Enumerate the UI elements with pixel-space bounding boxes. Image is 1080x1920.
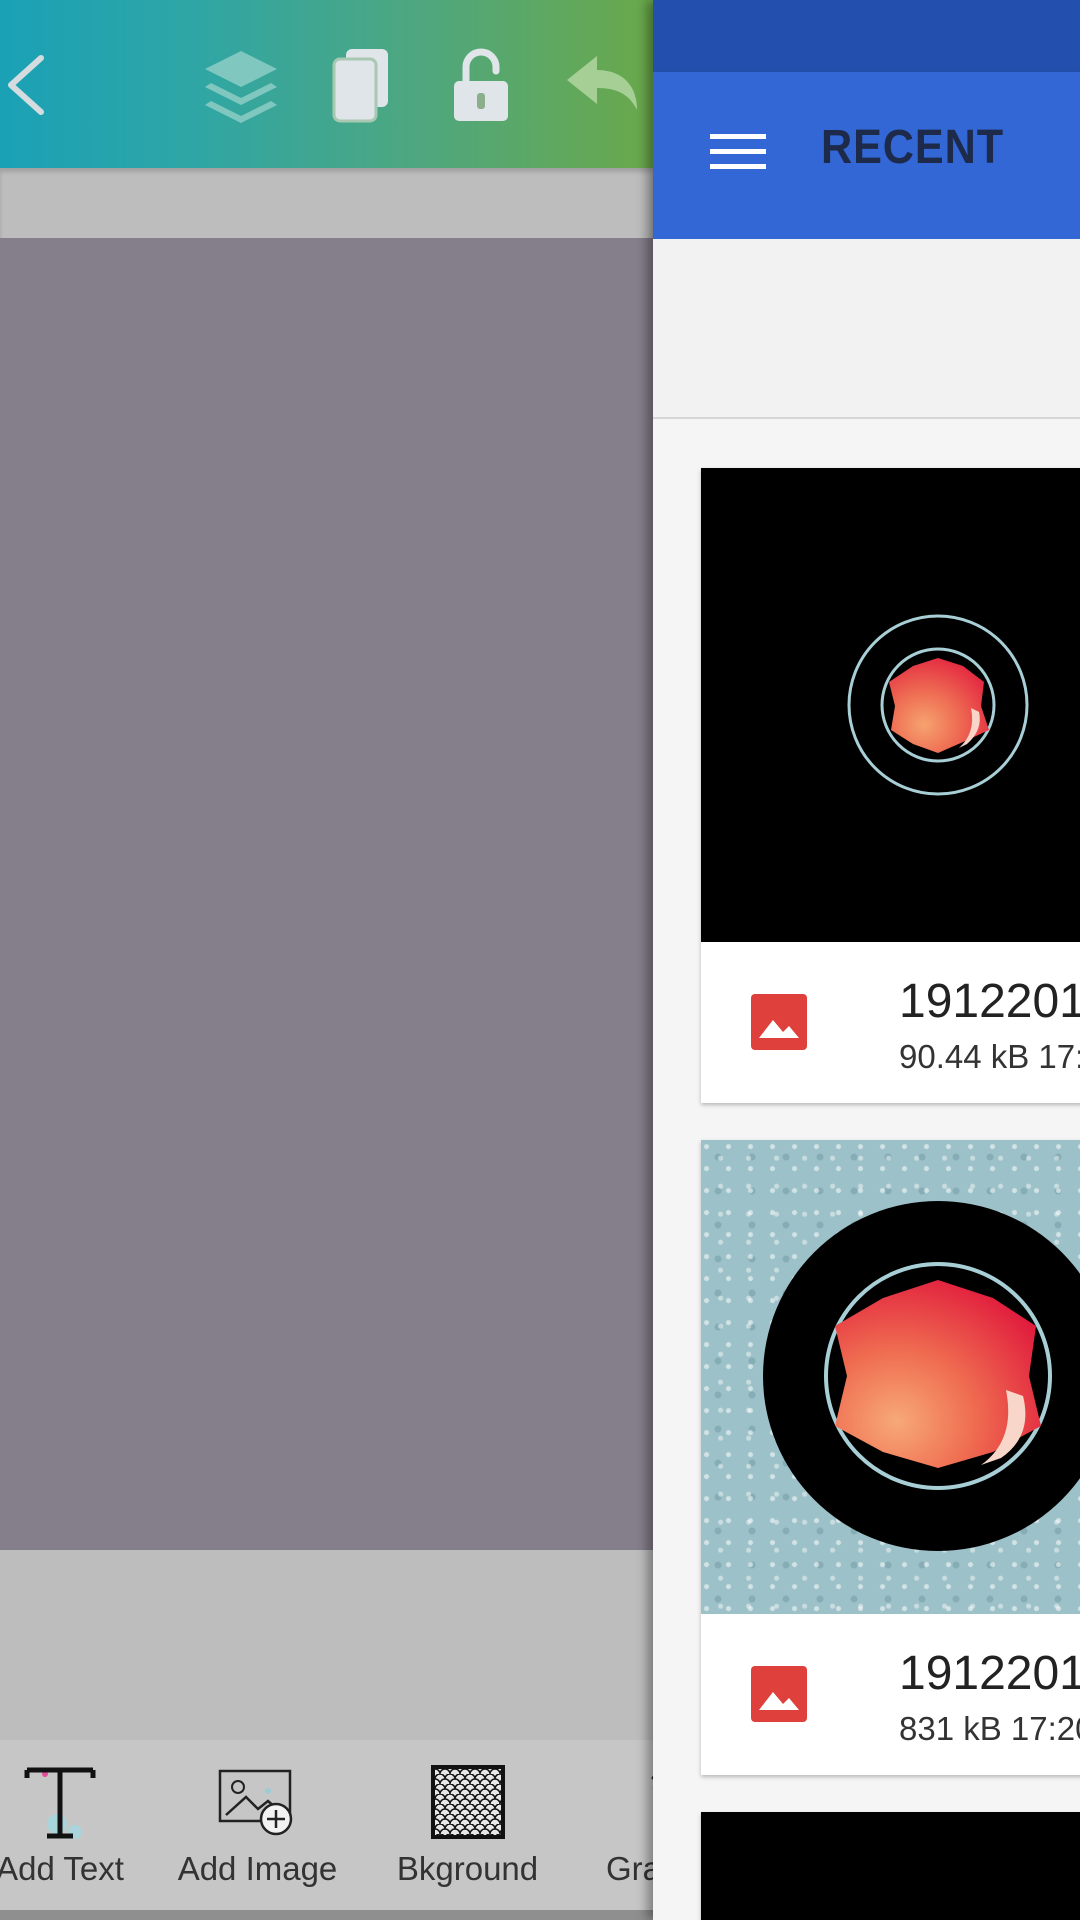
drawer-app-bar: RECENT — [653, 72, 1080, 239]
tool-label: Add Image — [177, 1850, 338, 1887]
tool-label: Bkground — [396, 1850, 539, 1887]
recent-drawer: RECENT 1912201 90.44 kB 17 1912201 831 k… — [653, 0, 1080, 1920]
gradient-tool[interactable]: Gra — [580, 1740, 653, 1910]
file-meta: 19122019_ 831 kB 17:20 — [701, 1614, 1080, 1775]
tool-label: Gra — [606, 1850, 653, 1887]
file-name: 19122019_ — [899, 1647, 1080, 1700]
add-image-icon — [218, 1762, 298, 1842]
unlock-icon[interactable] — [436, 40, 526, 130]
editor-canvas[interactable] — [0, 238, 653, 1550]
recent-file-card[interactable]: 19122019_ 831 kB 17:20 — [701, 1140, 1080, 1775]
editor-lower-area — [0, 1550, 653, 1740]
editor-toolbar — [0, 0, 653, 168]
back-icon[interactable] — [0, 40, 70, 130]
editor-subbar — [0, 168, 653, 238]
bottom-tool-bar: Add Text Add Image Bkground Gra — [0, 1740, 653, 1910]
add-text-tool[interactable]: Add Text — [0, 1740, 160, 1910]
recent-file-card[interactable] — [701, 1812, 1080, 1920]
editor-bottom-strip — [0, 1910, 653, 1920]
gradient-icon — [580, 1762, 653, 1842]
drawer-title: RECENT — [821, 121, 1005, 174]
text-icon — [15, 1762, 105, 1842]
background-tool[interactable]: Bkground — [375, 1740, 560, 1910]
file-info: 90.44 kB 17:20 — [899, 1038, 1080, 1075]
file-thumbnail — [701, 1140, 1080, 1614]
drawer-header-gap — [653, 239, 1080, 419]
undo-icon[interactable] — [556, 40, 646, 130]
image-file-icon — [751, 1666, 807, 1722]
file-name: 19122019_ — [899, 975, 1080, 1028]
image-file-icon — [751, 994, 807, 1050]
status-bar — [653, 0, 1080, 72]
layers-icon[interactable] — [196, 40, 286, 130]
editor-pane: Add Text Add Image Bkground Gra — [0, 0, 653, 1920]
tool-label: Add Text — [0, 1850, 124, 1887]
file-thumbnail — [701, 468, 1080, 942]
background-pattern-icon — [430, 1762, 506, 1842]
hamburger-menu-icon[interactable] — [703, 122, 773, 182]
file-meta: 19122019_ 90.44 kB 17:20 — [701, 942, 1080, 1103]
copy-icon[interactable] — [316, 40, 406, 130]
recent-file-card[interactable]: 19122019_ 90.44 kB 17:20 — [701, 468, 1080, 1103]
file-info: 831 kB 17:20 — [899, 1710, 1080, 1747]
add-image-tool[interactable]: Add Image — [160, 1740, 355, 1910]
